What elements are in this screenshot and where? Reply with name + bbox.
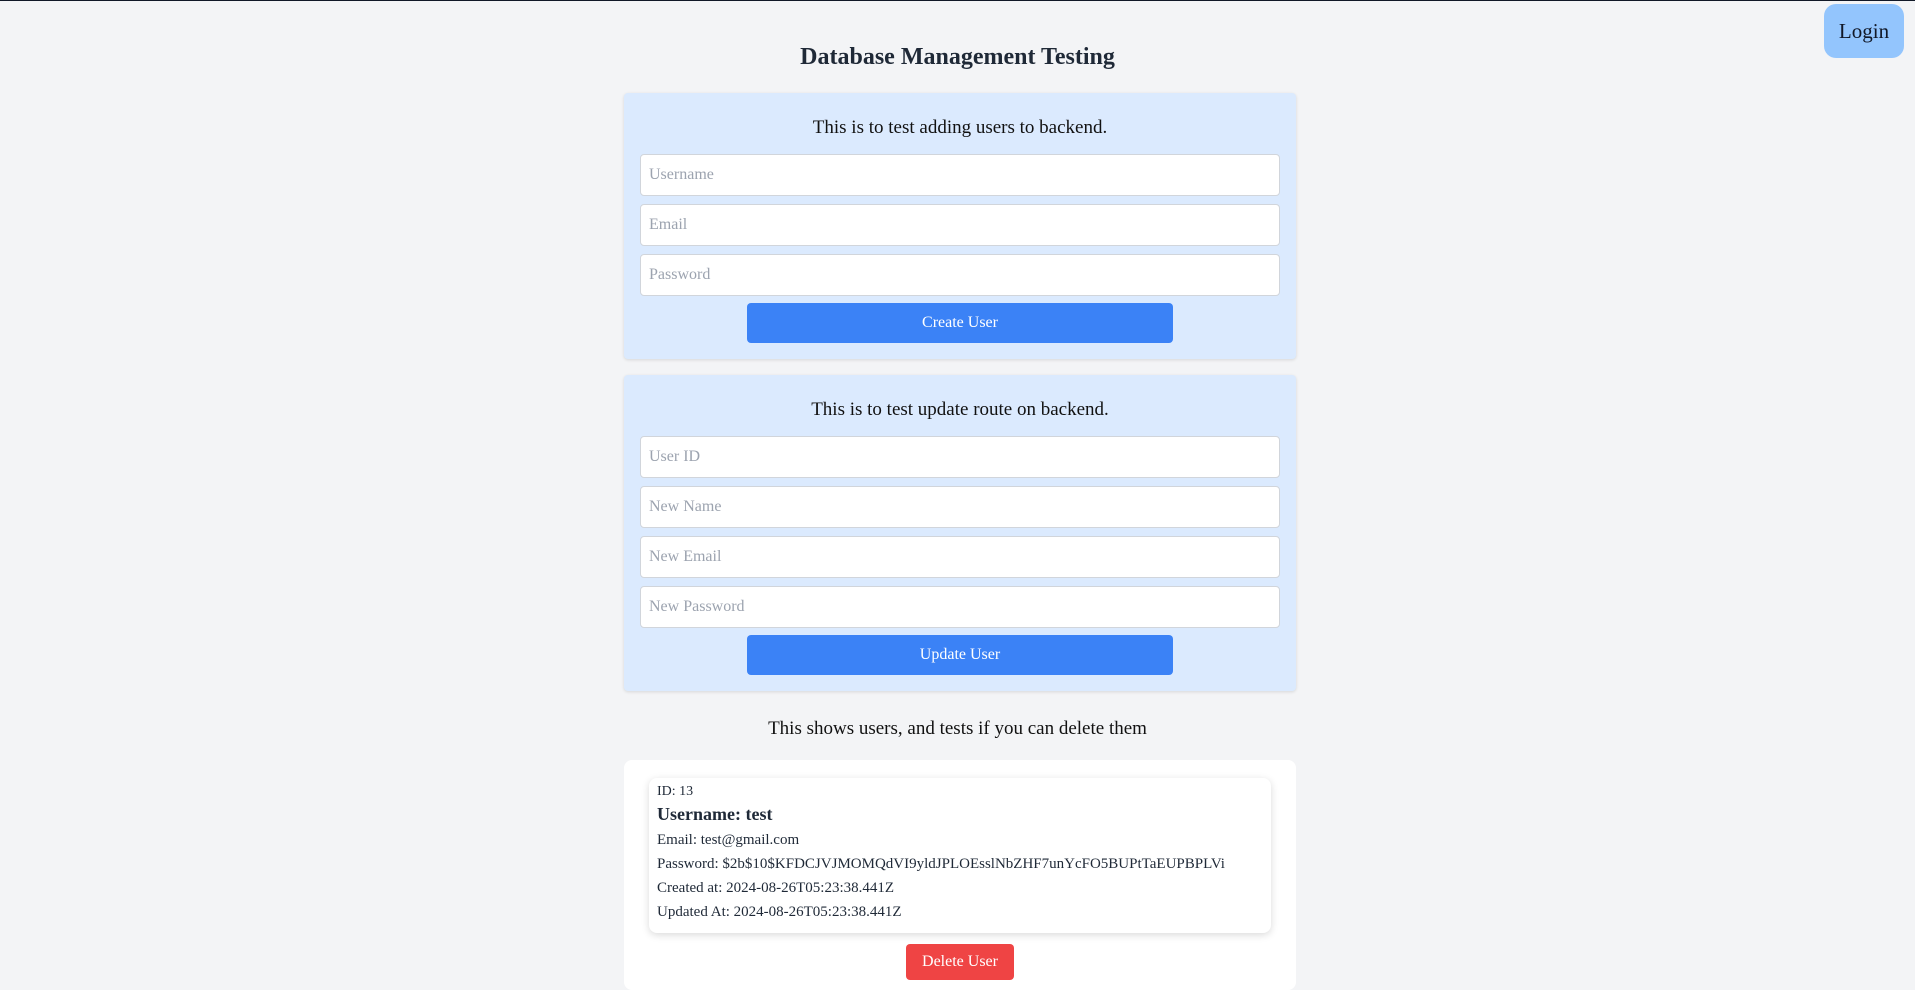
email-input[interactable]	[640, 204, 1280, 246]
user-username: Username: test	[657, 804, 773, 824]
user-updated-at: Updated At: 2024-08-26T05:23:38.441Z	[657, 904, 902, 920]
create-user-button[interactable]: Create User	[747, 303, 1173, 343]
update-user-description: This is to test update route on backend.	[811, 399, 1109, 420]
delete-user-button[interactable]: Delete User	[906, 944, 1014, 980]
new-name-input[interactable]	[640, 486, 1280, 528]
create-user-description: This is to test adding users to backend.	[812, 117, 1108, 138]
users-section-description: This shows users, and tests if you can d…	[768, 718, 1147, 739]
user-id-input[interactable]	[640, 436, 1280, 478]
user-password-hash: Password: $2b$10$KFDCJVJMOMQdVI9yldJPLOE…	[657, 856, 1225, 872]
user-card: ID: 13 Username: test Email: test@gmail.…	[649, 778, 1271, 933]
top-border	[0, 0, 1915, 1]
update-user-button[interactable]: Update User	[747, 635, 1173, 675]
username-input[interactable]	[640, 154, 1280, 196]
user-id: ID: 13	[657, 784, 694, 799]
password-input[interactable]	[640, 254, 1280, 296]
users-list-panel: ID: 13 Username: test Email: test@gmail.…	[624, 760, 1296, 990]
page-title: Database Management Testing	[800, 44, 1115, 70]
user-email: Email: test@gmail.com	[657, 832, 800, 848]
new-password-input[interactable]	[640, 586, 1280, 628]
user-created-at: Created at: 2024-08-26T05:23:38.441Z	[657, 880, 895, 896]
new-email-input[interactable]	[640, 536, 1280, 578]
create-user-panel: This is to test adding users to backend.…	[624, 93, 1296, 359]
update-user-panel: This is to test update route on backend.…	[624, 375, 1296, 691]
